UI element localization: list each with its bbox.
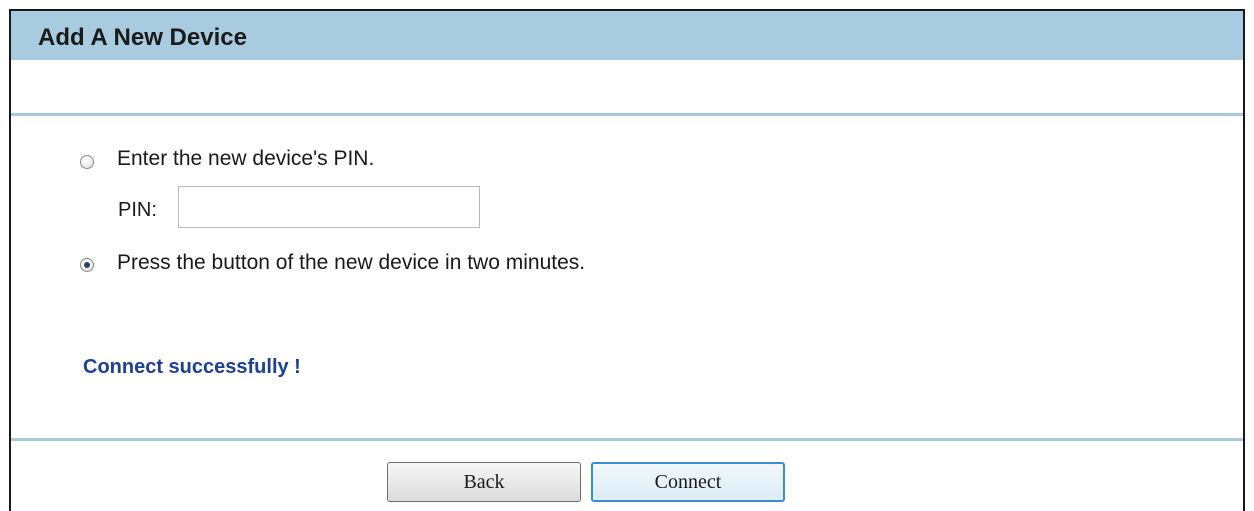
pbc-option-label: Press the button of the new device in tw… (117, 251, 586, 274)
status-message: Connect successfully ! (83, 356, 301, 378)
add-device-panel: Add A New Device Enter the new device's … (9, 9, 1245, 511)
title-bar: Add A New Device (11, 11, 1243, 60)
bottom-divider (11, 438, 1243, 441)
pin-option-radio[interactable] (80, 155, 94, 169)
pin-label: PIN: (118, 199, 157, 221)
connect-button[interactable]: Connect (591, 462, 785, 502)
pbc-option-radio[interactable] (80, 258, 94, 272)
page-title: Add A New Device (38, 24, 247, 51)
top-divider (11, 113, 1243, 116)
back-button[interactable]: Back (387, 462, 581, 502)
pin-input[interactable] (178, 186, 480, 228)
pin-option-label: Enter the new device's PIN. (117, 147, 375, 170)
